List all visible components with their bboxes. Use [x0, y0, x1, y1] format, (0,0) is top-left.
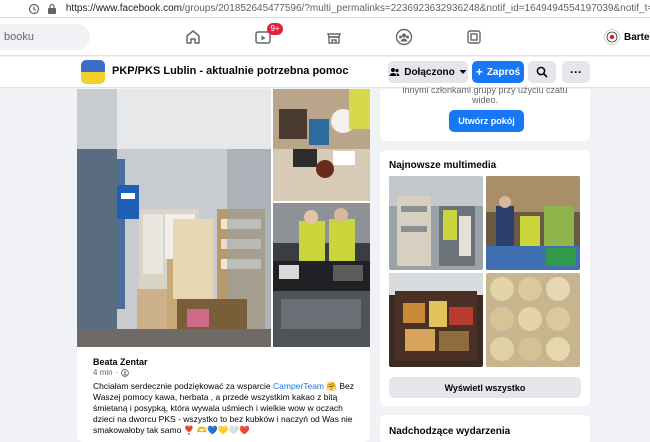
watch-badge: 9+: [267, 23, 283, 35]
gaming-icon[interactable]: [463, 26, 485, 48]
group-search-button[interactable]: [528, 61, 556, 83]
post-photo-drinks[interactable]: [273, 89, 370, 201]
room-description: innymi członkami grupy przy użyciu czatu…: [380, 85, 590, 105]
group-title[interactable]: PKP/PKS Lublin - aktualnie potrzebna pom…: [112, 65, 349, 77]
view-all-button[interactable]: Wyświetl wszystko: [389, 377, 581, 398]
room-description-line1: innymi członkami grupy przy użyciu czatu: [402, 85, 568, 95]
joined-label: Dołączono: [404, 66, 455, 78]
post-text-before: Chciałam serdecznie podziękować za wspar…: [93, 381, 273, 391]
create-room-button[interactable]: Utwórz pokój: [449, 110, 524, 132]
room-description-line2: wideo.: [471, 95, 498, 105]
ellipsis-icon: ···: [570, 65, 582, 79]
browser-address-bar: https://www.facebook.com/groups/20185264…: [0, 0, 650, 18]
recent-media-title: Najnowsze multimedia: [389, 160, 497, 171]
home-icon[interactable]: [182, 26, 204, 48]
post-body: Chciałam serdecznie podziękować za wspar…: [93, 381, 361, 436]
profile-shortcut[interactable]: Bartek: [604, 28, 650, 46]
members-icon: [389, 68, 400, 76]
caret-down-icon: [459, 70, 467, 74]
group-audience-icon: [121, 368, 130, 377]
url-domain: https://www.facebook.com: [65, 3, 182, 14]
media-thumbnail[interactable]: [389, 273, 483, 367]
mention-link[interactable]: CamperTeam: [273, 381, 324, 391]
invite-button[interactable]: + Zaproś: [472, 61, 524, 83]
search-icon: [536, 66, 548, 78]
emoji-hearts: ❣️ 🫶💙💛🤍❤️: [183, 425, 250, 435]
post-time-text: 4 min: [93, 368, 113, 377]
group-post: Beata Zentar 4 min · Chciałam serdecznie…: [77, 89, 370, 442]
post-timestamp[interactable]: 4 min ·: [93, 368, 130, 377]
joined-button[interactable]: Dołączono: [388, 61, 468, 83]
history-icon[interactable]: [28, 2, 40, 16]
group-header: PKP/PKS Lublin - aktualnie potrzebna pom…: [0, 57, 650, 88]
groups-icon[interactable]: [393, 26, 415, 48]
plus-icon: +: [475, 65, 483, 79]
upcoming-events-card: Nadchodzące wydarzenia: [380, 415, 590, 442]
url-path: /groups/201852645477596/?multi_permalink…: [181, 3, 650, 14]
media-thumbnail[interactable]: [389, 176, 483, 270]
profile-name: Bartek: [624, 31, 650, 43]
url-text[interactable]: https://www.facebook.com/groups/20185264…: [66, 3, 650, 14]
search-input[interactable]: booku: [0, 24, 90, 50]
recent-media-card: Najnowsze multimedia Wyświetl wszystko: [380, 150, 590, 406]
create-room-card: innymi członkami grupy przy użyciu czatu…: [380, 85, 590, 141]
media-thumbnail[interactable]: [486, 176, 580, 270]
upcoming-events-title: Nadchodzące wydarzenia: [389, 426, 511, 437]
more-options-button[interactable]: ···: [562, 61, 590, 83]
avatar: [604, 29, 620, 45]
post-photo-storage[interactable]: [77, 89, 271, 347]
marketplace-icon[interactable]: [323, 26, 345, 48]
media-thumbnail[interactable]: [486, 273, 580, 367]
post-author[interactable]: Beata Zentar: [93, 357, 148, 367]
group-flag-thumbnail[interactable]: [81, 60, 105, 84]
invite-label: Zaproś: [486, 66, 521, 78]
post-photo-volunteers[interactable]: [273, 203, 370, 347]
facebook-top-nav: booku 9+ Bartek: [0, 18, 650, 56]
lock-icon[interactable]: [46, 2, 58, 16]
